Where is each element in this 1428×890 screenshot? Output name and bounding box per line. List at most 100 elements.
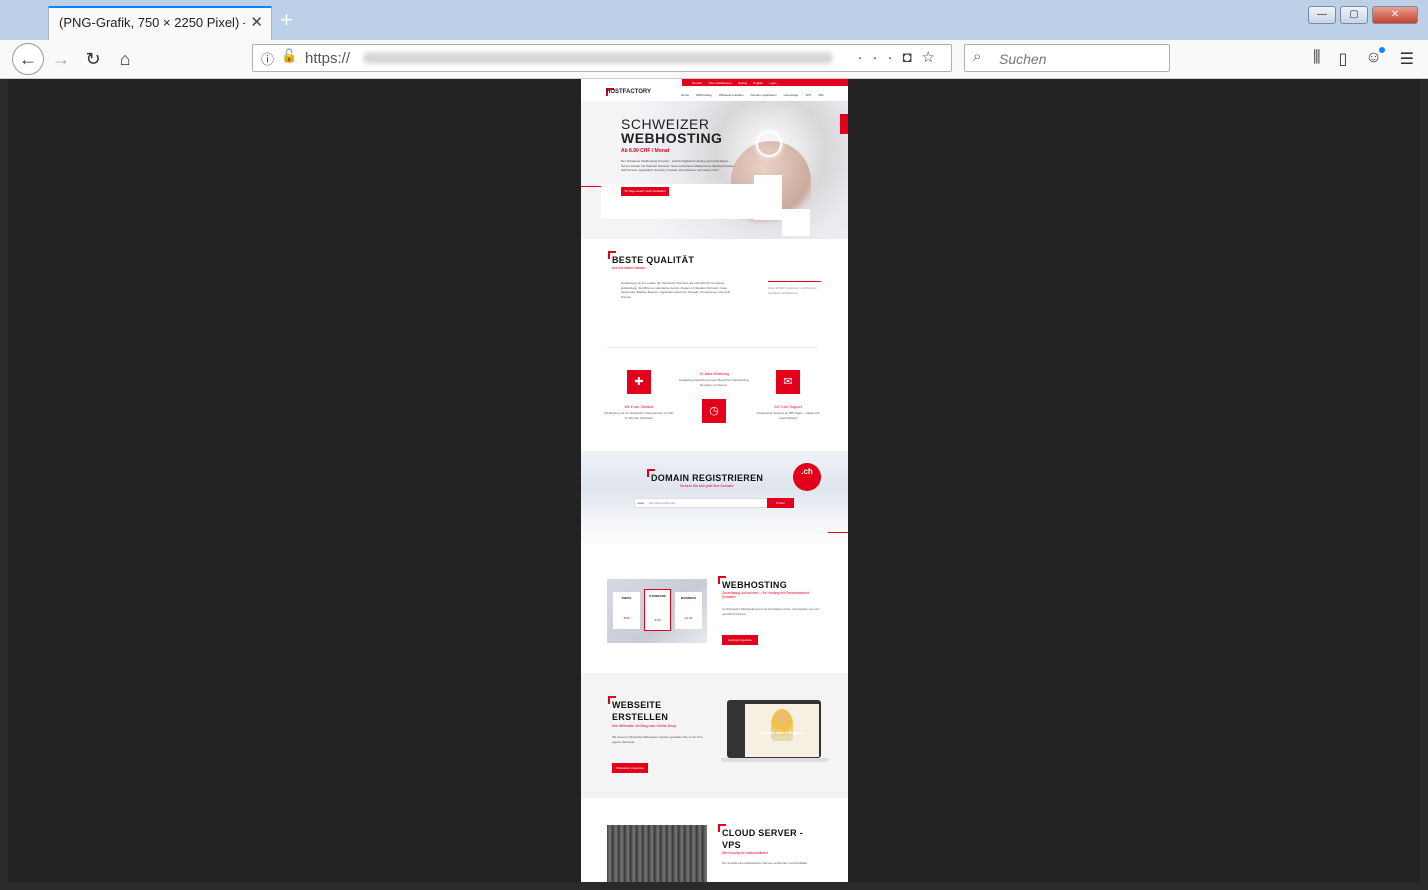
logo: HOSTFACTORY — [606, 89, 652, 95]
website-title-line1: WEBSEITE — [612, 700, 662, 710]
hero-title-line2: WEBHOSTING — [621, 130, 723, 146]
plan-name: BUSINESS — [680, 596, 697, 600]
webhosting-subtitle: Zuverlässig und schnell – Ihr Hosting mi… — [722, 591, 809, 599]
woman-photo — [771, 709, 793, 741]
hosting-offers-button: Hosting Angebote — [722, 635, 758, 645]
website-text: Mit unserem Webseiten-Baukasten-System g… — [612, 735, 703, 744]
topbar-link: Über HostFactory — [708, 80, 732, 85]
webhosting-text: Im Schweizer Webhosting bei uns sind Dat… — [722, 607, 819, 616]
feature-text: Langjährige Erfahrung in den Bereichen W… — [678, 378, 750, 387]
sidebar-icon[interactable]: ▯ — [1339, 49, 1348, 69]
search-bar[interactable]: ⌕ Suchen — [964, 44, 1170, 72]
top-red-strip: Domain Über HostFactory Hotline English Logi… — [682, 79, 848, 86]
account-icon[interactable]: ☺ — [1365, 47, 1386, 69]
server-rack-image — [607, 825, 707, 882]
page-actions-icon[interactable]: ··· — [857, 49, 902, 66]
menu-item: SSL — [818, 93, 824, 97]
pocket-icon[interactable]: ◘ — [902, 49, 921, 66]
new-tab-button[interactable]: + — [280, 8, 293, 32]
library-icon[interactable]: ⫼ — [1313, 49, 1320, 69]
main-menu: Home Webhosting Webseite erstellen Domai… — [681, 93, 824, 97]
laptop-base — [721, 758, 829, 762]
domain-subtitle: Sichern Sie sich jetzt Ihre Domain! — [680, 484, 734, 488]
image-viewport: Domain Über HostFactory Hotline English Logi… — [8, 79, 1420, 882]
quality-quote: Über 30'000 Kundinnen und Kunden vertrau… — [768, 286, 817, 295]
hero-white-block — [754, 175, 782, 220]
chat-bubble-icon: ✉ — [776, 370, 800, 394]
menu-item: Domain registrieren — [750, 93, 777, 97]
toolbar-icons: ⫼ ▯ ☺ ☰ — [1313, 47, 1414, 69]
reload-button[interactable]: ↻ — [80, 46, 106, 72]
domain-check-button: Prüfen — [767, 498, 794, 508]
plan-price: 9.90 — [654, 618, 661, 622]
minimize-button[interactable]: — — [1308, 6, 1336, 24]
hero-cta-button: 30 Tage testen! Jetzt bestellen! — [621, 187, 669, 196]
menu-item: Webseite erstellen — [718, 93, 744, 97]
home-button[interactable]: ⌂ — [112, 46, 138, 72]
bookmark-star-icon[interactable]: ☆ — [922, 49, 945, 66]
browser-tab[interactable]: (PNG-Grafik, 750 × 2250 Pixel) - Ska ✕ — [48, 6, 272, 40]
price-card-selected: STANDARD 9.90 — [644, 589, 671, 631]
website-title-line2: ERSTELLEN — [612, 712, 669, 722]
insecure-lock-icon[interactable]: 🔓 — [281, 48, 297, 64]
url-text: https:// — [305, 50, 351, 67]
hero-description: Der Schweizer Webhosting Provider - Hoch… — [621, 159, 735, 172]
plan-price: 8.90 — [623, 616, 630, 620]
laptop-caption: Crochet with a Purpose — [759, 730, 805, 735]
menu-icon[interactable]: ☰ — [1400, 49, 1414, 69]
price-card: BUSINESS 14.90 — [675, 592, 702, 629]
url-bar[interactable]: ⓘ 🔓 https:// ···◘☆ — [252, 44, 952, 72]
window-titlebar: (PNG-Grafik, 750 × 2250 Pixel) - Ska ✕ +… — [0, 0, 1428, 41]
search-icon: ⌕ — [973, 48, 982, 65]
website-offers-button: Webseiten Angebote — [612, 763, 648, 773]
search-placeholder: Suchen — [999, 51, 1047, 67]
feature-title: 15 Jahre Erfahrung — [699, 372, 729, 376]
menu-item: VPS — [805, 93, 812, 97]
navigation-toolbar: ← → ↻ ⌂ ⓘ 🔓 https:// ···◘☆ ⌕ Suchen ⫼ ▯ … — [0, 40, 1428, 79]
hero-red-line — [581, 186, 601, 187]
topbar-link: Hotline — [737, 80, 748, 85]
quote-rule — [768, 281, 821, 282]
close-window-button[interactable]: ✕ — [1372, 6, 1418, 24]
price-card: SWISS 8.90 — [613, 592, 640, 629]
clock-icon: ◷ — [702, 399, 726, 423]
ch-domain-badge: .ch — [793, 463, 821, 491]
plan-name: STANDARD — [649, 594, 666, 598]
webhosting-title: WEBHOSTING — [722, 580, 787, 590]
cloud-title-line2: VPS — [722, 840, 741, 850]
domain-title: DOMAIN REGISTRIEREN — [651, 473, 764, 483]
domain-red-line — [828, 532, 848, 533]
glow-circle — [756, 131, 782, 157]
feature-title: 24/7 Live Support — [774, 405, 802, 409]
maximize-button[interactable]: ▢ — [1340, 6, 1368, 24]
quality-subtitle: Auf höchstem Niveau — [612, 266, 646, 270]
domain-prefix-select: www. — [637, 501, 645, 505]
topbar-link: Login — [769, 80, 777, 85]
hero-price: Ab 8.90 CHF / Monat — [621, 148, 670, 154]
plan-name: SWISS — [621, 596, 632, 600]
topbar-link: English — [753, 80, 764, 85]
close-tab-icon[interactable]: ✕ — [250, 8, 263, 38]
window-controls: — ▢ ✕ — [1308, 6, 1418, 24]
switzerland-icon: ✚ — [627, 370, 651, 394]
quality-text: HostFactory ist ein Leader der Schweizer… — [621, 281, 731, 299]
forward-button[interactable]: → — [48, 46, 74, 72]
cloud-title-line1: CLOUD SERVER - — [722, 828, 804, 838]
website-subtitle: Ihre Webseite, Ihr Blog oder Online-Shop — [612, 724, 676, 728]
url-blurred — [363, 52, 833, 64]
menu-item: Homepage — [783, 93, 799, 97]
plan-price: 14.90 — [684, 616, 693, 620]
tab-title: (PNG-Grafik, 750 × 2250 Pixel) - Ska — [59, 15, 245, 30]
divider — [607, 347, 819, 348]
screenshot-image: Domain Über HostFactory Hotline English Logi… — [581, 79, 848, 882]
topbar-link: Domain — [692, 80, 703, 85]
menu-item: Webhosting — [696, 93, 712, 97]
info-icon[interactable]: ⓘ — [261, 49, 274, 68]
cloud-subtitle: Die Lösung für Individualisten — [722, 851, 768, 855]
quality-title: BESTE QUALITÄT — [612, 255, 695, 265]
feature-text: HostFactory ist ein Schweizer Unternehme… — [604, 411, 674, 420]
feature-title: Wir in der Schweiz — [624, 405, 654, 409]
side-tabs — [840, 114, 848, 134]
url-actions: ···◘☆ — [857, 48, 945, 66]
back-button[interactable]: ← — [12, 43, 44, 75]
